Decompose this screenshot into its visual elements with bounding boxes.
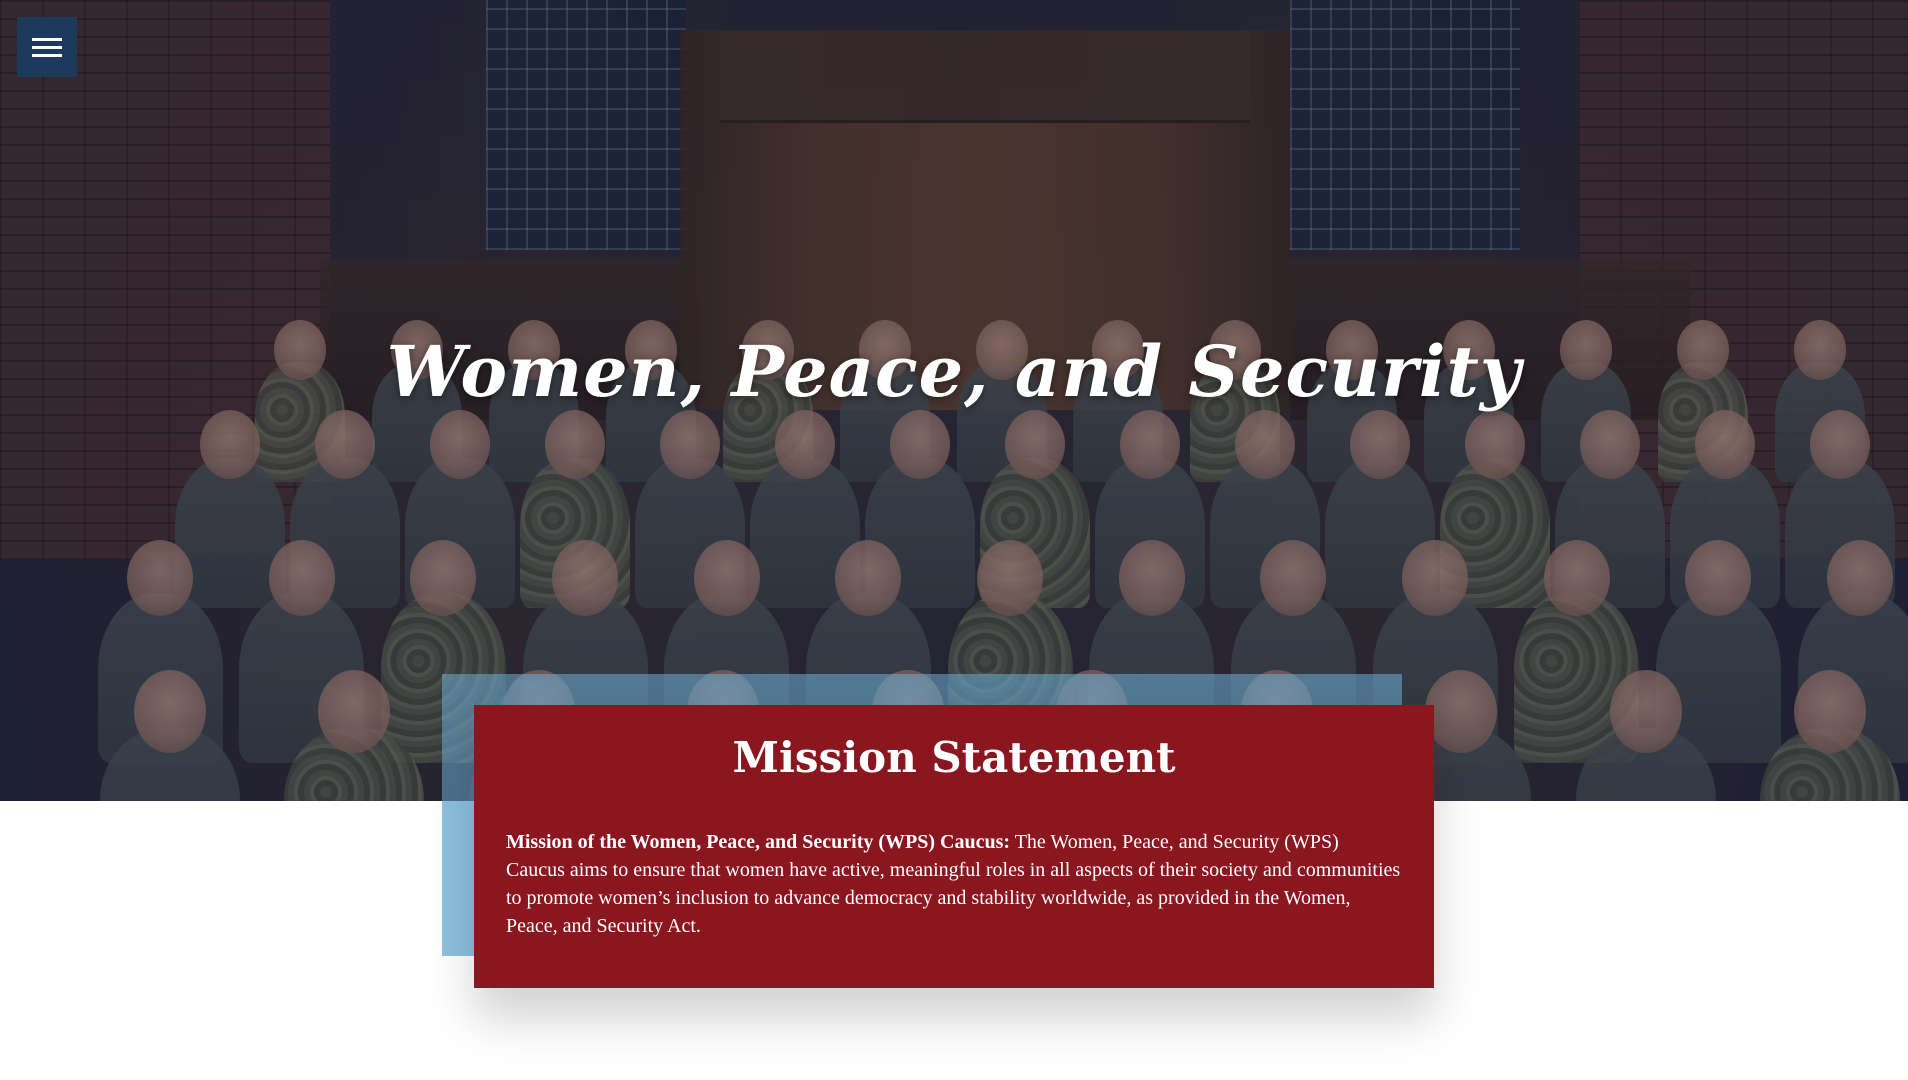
hamburger-menu-icon-bar [32,45,62,49]
mission-statement-card: Mission Statement Mission of the Women, … [474,705,1434,988]
blue-accent-edge [442,801,474,956]
hamburger-menu-icon-bar [32,53,62,57]
mission-lead: Mission of the Women, Peace, and Securit… [506,831,1011,853]
page-title: Women, Peace, and Security [386,330,1522,413]
hamburger-menu-icon [32,37,62,41]
mission-heading: Mission Statement [732,733,1176,782]
mission-paragraph: Mission of the Women, Peace, and Securit… [506,828,1402,940]
menu-button[interactable] [17,17,77,77]
